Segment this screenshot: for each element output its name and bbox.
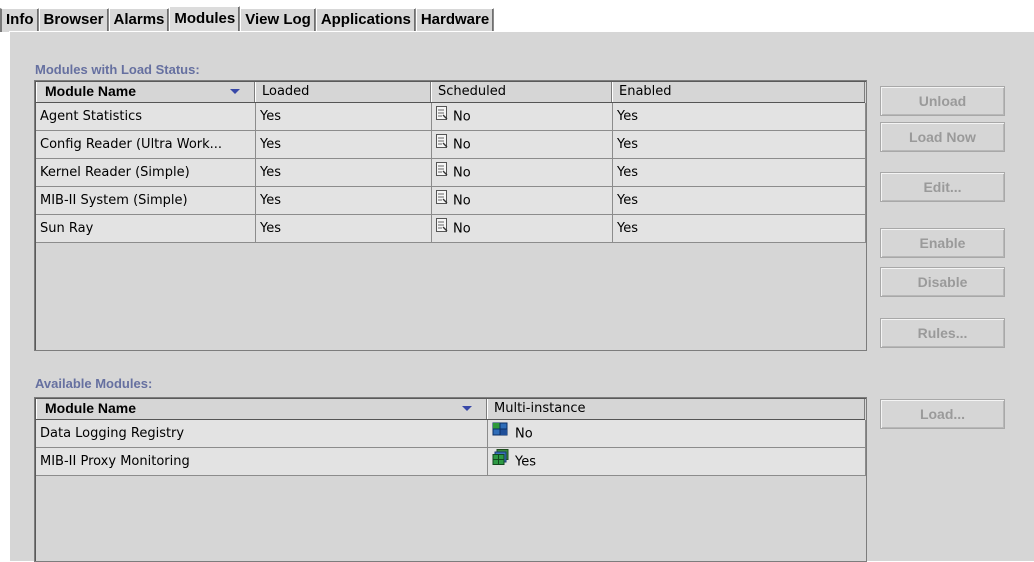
scheduled-cell: No <box>432 131 613 159</box>
module-name-cell: Data Logging Registry <box>36 420 488 448</box>
loaded-modules-table[interactable]: Module Name Loaded Scheduled Enabled Age… <box>34 80 867 351</box>
unload-button[interactable]: Unload <box>880 86 1005 116</box>
tab-alarms[interactable]: Alarms <box>108 8 170 32</box>
disable-button[interactable]: Disable <box>880 267 1005 297</box>
scheduled-cell: No <box>432 159 613 187</box>
module-name-cell: MIB-II Proxy Monitoring <box>36 448 488 476</box>
single-instance-module-icon <box>492 420 510 447</box>
table-row[interactable]: Data Logging Registry No <box>36 420 866 448</box>
available-modules-title: Available Modules: <box>35 376 153 391</box>
enabled-cell: Yes <box>613 215 866 243</box>
column-header-multi-instance[interactable]: Multi-instance <box>487 399 865 419</box>
column-header-module-name[interactable]: Module Name <box>36 399 487 419</box>
column-header-module-name[interactable]: Module Name <box>36 82 255 102</box>
table-row[interactable]: Config Reader (Ultra Work... Yes No Yes <box>36 131 866 159</box>
rules-button[interactable]: Rules... <box>880 318 1005 348</box>
tab-hardware[interactable]: Hardware <box>415 8 495 32</box>
schedule-document-icon <box>436 103 448 130</box>
enable-button[interactable]: Enable <box>880 228 1005 258</box>
loaded-modules-title: Modules with Load Status: <box>35 62 200 77</box>
multi-instance-module-icon <box>492 448 510 475</box>
module-name-cell: Kernel Reader (Simple) <box>36 159 256 187</box>
schedule-document-icon <box>436 187 448 214</box>
loaded-cell: Yes <box>256 131 432 159</box>
column-header-label: Module Name <box>45 83 137 99</box>
available-modules-table[interactable]: Module Name Multi-instance Data Logging … <box>34 397 867 562</box>
scheduled-value: No <box>453 137 471 153</box>
tab-browser[interactable]: Browser <box>38 8 109 32</box>
tab-view-log[interactable]: View Log <box>240 8 316 32</box>
sort-descending-icon <box>230 89 240 94</box>
tab-modules[interactable]: Modules <box>169 6 241 32</box>
scheduled-cell: No <box>432 187 613 215</box>
schedule-document-icon <box>436 159 448 186</box>
module-name-cell: Config Reader (Ultra Work... <box>36 131 256 159</box>
module-name-cell: Agent Statistics <box>36 103 256 131</box>
loaded-cell: Yes <box>256 159 432 187</box>
column-header-scheduled[interactable]: Scheduled <box>431 82 612 102</box>
column-header-loaded[interactable]: Loaded <box>255 82 431 102</box>
loaded-cell: Yes <box>256 187 432 215</box>
module-name-cell: MIB-II System (Simple) <box>36 187 256 215</box>
enabled-cell: Yes <box>613 131 866 159</box>
scheduled-cell: No <box>432 215 613 243</box>
multi-instance-value: No <box>515 426 533 442</box>
tab-applications[interactable]: Applications <box>315 8 416 32</box>
table-row[interactable]: Agent Statistics Yes No Yes <box>36 103 866 131</box>
scheduled-cell: No <box>432 103 613 131</box>
scheduled-value: No <box>453 221 471 237</box>
enabled-cell: Yes <box>613 103 866 131</box>
schedule-document-icon <box>436 215 448 242</box>
load-button[interactable]: Load... <box>880 399 1005 429</box>
multi-instance-cell: Yes <box>488 448 866 476</box>
table-row[interactable]: Kernel Reader (Simple) Yes No Yes <box>36 159 866 187</box>
multi-instance-value: Yes <box>515 454 536 470</box>
scheduled-value: No <box>453 193 471 209</box>
table-row[interactable]: MIB-II System (Simple) Yes No Yes <box>36 187 866 215</box>
column-header-enabled[interactable]: Enabled <box>612 82 865 102</box>
edit-button[interactable]: Edit... <box>880 172 1005 202</box>
sort-descending-icon <box>462 406 472 411</box>
tab-strip: Info Browser Alarms Modules View Log App… <box>0 6 495 32</box>
loaded-table-header: Module Name Loaded Scheduled Enabled <box>36 82 865 103</box>
loaded-cell: Yes <box>256 103 432 131</box>
tab-info[interactable]: Info <box>0 8 39 32</box>
enabled-cell: Yes <box>613 159 866 187</box>
loaded-cell: Yes <box>256 215 432 243</box>
table-row[interactable]: Sun Ray Yes No Yes <box>36 215 866 243</box>
column-header-label: Module Name <box>45 400 137 416</box>
multi-instance-cell: No <box>488 420 866 448</box>
load-now-button[interactable]: Load Now <box>880 122 1005 152</box>
schedule-document-icon <box>436 131 448 158</box>
available-table-header: Module Name Multi-instance <box>36 399 865 420</box>
scheduled-value: No <box>453 165 471 181</box>
enabled-cell: Yes <box>613 187 866 215</box>
table-row[interactable]: MIB-II Proxy Monitoring Yes <box>36 448 866 476</box>
module-name-cell: Sun Ray <box>36 215 256 243</box>
scheduled-value: No <box>453 109 471 125</box>
